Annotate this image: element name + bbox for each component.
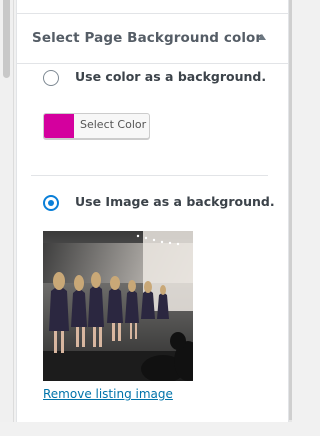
background-settings-panel: Select Page Background color Use color a… <box>16 0 289 422</box>
left-scrollbar[interactable] <box>0 0 14 436</box>
bottom-scrollbar[interactable] <box>0 422 292 436</box>
remove-listing-image-link[interactable]: Remove listing image <box>43 387 173 401</box>
select-color-button[interactable]: Select Color <box>43 113 150 139</box>
image-radio-button[interactable] <box>43 195 59 211</box>
color-swatch[interactable] <box>44 114 74 138</box>
color-radio-button[interactable] <box>43 70 59 86</box>
select-color-label[interactable]: Select Color <box>80 118 146 131</box>
option-divider <box>31 175 268 176</box>
listing-image-thumbnail[interactable] <box>43 231 193 381</box>
collapse-arrow-icon[interactable] <box>258 34 266 40</box>
fashion-runway-photo <box>43 231 193 381</box>
section-title: Select Page Background color <box>32 30 263 46</box>
left-scrollbar-thumb[interactable] <box>3 0 10 78</box>
color-option-label[interactable]: Use color as a background. <box>75 69 266 84</box>
section-header[interactable]: Select Page Background color <box>17 14 288 64</box>
image-option-label[interactable]: Use Image as a background. <box>75 194 275 209</box>
